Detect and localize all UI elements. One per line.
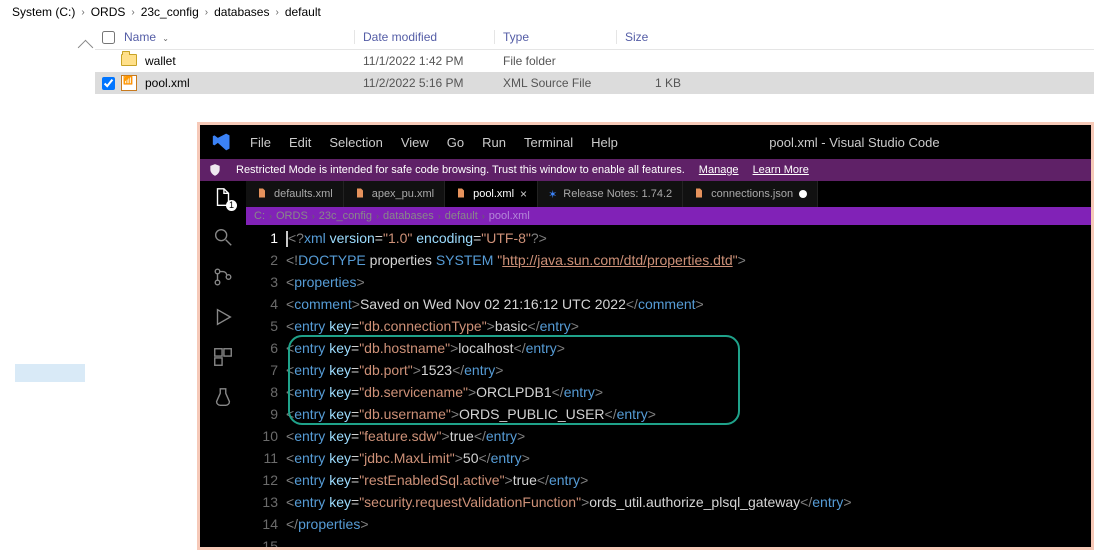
editor-crumb-seg[interactable]: default [445, 210, 478, 222]
file-name: wallet [145, 54, 176, 68]
folder-icon [121, 54, 137, 66]
breadcrumb-segment[interactable]: 23c_config [135, 5, 205, 19]
code-content[interactable]: <?xml version="1.0" encoding="UTF-8"?><!… [286, 225, 1091, 547]
tab-label: Release Notes: 1.74.2 [563, 188, 672, 200]
editor-crumb-seg[interactable]: pool.xml [489, 210, 530, 222]
file-date: 11/1/2022 1:42 PM [355, 54, 495, 68]
tab-label: defaults.xml [274, 188, 333, 200]
menu-item[interactable]: View [401, 135, 429, 150]
vscode-titlebar[interactable]: File Edit Selection View Go Run Terminal Help p… [200, 125, 1091, 159]
run-debug-icon[interactable] [211, 305, 235, 329]
row-checkbox[interactable] [102, 77, 115, 90]
menu-item[interactable]: Selection [329, 135, 382, 150]
activity-bar: 1 [200, 181, 246, 547]
editor-crumb-seg[interactable]: databases [383, 210, 434, 222]
chevron-down-icon: ⌄ [160, 34, 169, 43]
menu-item[interactable]: File [250, 135, 271, 150]
tab-label: pool.xml [473, 188, 514, 200]
close-icon[interactable]: × [520, 187, 527, 201]
menu-item[interactable]: Run [482, 135, 506, 150]
learn-more-link[interactable]: Learn More [753, 164, 809, 176]
column-type[interactable]: Type [495, 30, 617, 44]
chevron-right-icon: › [269, 211, 272, 221]
menu-item[interactable]: Help [591, 135, 618, 150]
line-gutter: 123456789101112131415 [246, 225, 286, 547]
menu-item[interactable]: Go [447, 135, 464, 150]
chevron-right-icon: › [376, 211, 379, 221]
select-all-checkbox[interactable] [102, 31, 115, 44]
explorer-icon[interactable]: 1 [211, 185, 235, 209]
search-icon[interactable] [211, 225, 235, 249]
code-editor[interactable]: 123456789101112131415 <?xml version="1.0… [246, 225, 1091, 547]
editor-tabs: defaults.xml apex_pu.xml pool.xml × ✶ Release… [246, 181, 1091, 207]
file-size: 1 KB [617, 76, 691, 90]
tab-label: connections.json [711, 188, 793, 200]
editor-tab[interactable]: defaults.xml [246, 181, 344, 207]
editor-tab[interactable]: pool.xml × [445, 181, 538, 207]
menu-item[interactable]: Edit [289, 135, 311, 150]
file-icon [256, 187, 268, 202]
file-type: File folder [495, 54, 617, 68]
editor-tab[interactable]: ✶ Release Notes: 1.74.2 [538, 181, 683, 207]
file-icon [455, 187, 467, 202]
menu-item[interactable]: Terminal [524, 135, 573, 150]
editor-breadcrumb[interactable]: C: › ORDS › 23c_config › databases › default › poo… [246, 207, 1091, 225]
tab-label: apex_pu.xml [372, 188, 434, 200]
restricted-mode-bar: Restricted Mode is intended for safe cod… [200, 159, 1091, 181]
source-control-icon[interactable] [211, 265, 235, 289]
file-row[interactable]: wallet 11/1/2022 1:42 PMFile folder [95, 50, 1094, 72]
xml-file-icon [121, 75, 137, 91]
column-header-row: Name ⌄ Date modified Type Size [95, 24, 1094, 50]
breadcrumb-segment[interactable]: ORDS [85, 5, 132, 19]
breadcrumb-segment[interactable]: databases [208, 5, 275, 19]
breadcrumb-segment[interactable]: default [279, 5, 327, 19]
file-row[interactable]: pool.xml 11/2/2022 5:16 PMXML Source File… [95, 72, 1094, 94]
editor-crumb-seg[interactable]: ORDS [276, 210, 308, 222]
file-type: XML Source File [495, 76, 617, 90]
dirty-indicator-icon [799, 190, 807, 198]
vscode-window: File Edit Selection View Go Run Terminal Help p… [197, 122, 1094, 550]
restricted-mode-text: Restricted Mode is intended for safe cod… [236, 164, 685, 176]
explorer-breadcrumb[interactable]: System (C:)›ORDS›23c_config›databases›de… [0, 0, 1094, 24]
breadcrumb-segment[interactable]: System (C:) [6, 5, 81, 19]
column-size[interactable]: Size [617, 30, 691, 44]
column-date[interactable]: Date modified [355, 30, 495, 44]
chevron-right-icon: › [482, 211, 485, 221]
vscode-logo-icon [212, 132, 232, 152]
extensions-icon[interactable] [211, 345, 235, 369]
file-icon [693, 187, 705, 202]
editor-crumb-seg[interactable]: C: [254, 210, 265, 222]
file-icon [354, 187, 366, 202]
chevron-right-icon: › [312, 211, 315, 221]
nav-tree-selection [15, 364, 85, 382]
release-notes-icon: ✶ [548, 188, 557, 201]
file-name: pool.xml [145, 76, 190, 90]
editor-tab[interactable]: connections.json [683, 181, 818, 207]
column-name[interactable]: Name ⌄ [121, 30, 355, 44]
editor-tab[interactable]: apex_pu.xml [344, 181, 445, 207]
manage-link[interactable]: Manage [699, 164, 739, 176]
explorer-badge: 1 [226, 200, 237, 211]
chevron-right-icon: › [438, 211, 441, 221]
file-date: 11/2/2022 5:16 PM [355, 76, 495, 90]
window-title: pool.xml - Visual Studio Code [759, 135, 949, 150]
testing-icon[interactable] [211, 385, 235, 409]
explorer-nav-pane[interactable] [0, 24, 95, 550]
editor-crumb-seg[interactable]: 23c_config [319, 210, 372, 222]
shield-icon [208, 163, 222, 177]
